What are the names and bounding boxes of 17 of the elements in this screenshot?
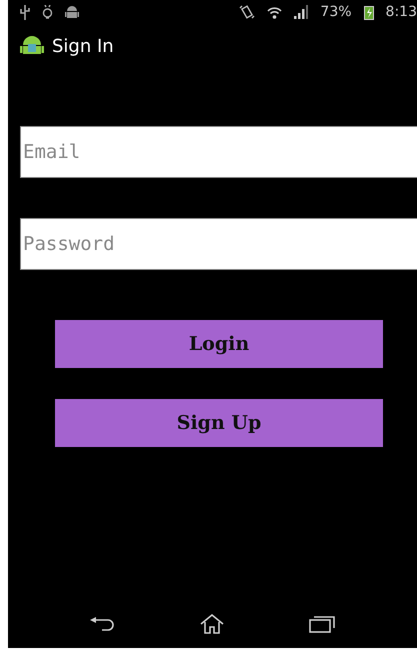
screen-title: Sign In	[52, 36, 114, 56]
password-field[interactable]: Password	[20, 218, 417, 270]
email-field[interactable]: Email	[20, 126, 417, 178]
status-time: 8:13	[386, 4, 417, 20]
battery-icon	[364, 4, 374, 20]
signup-button[interactable]: Sign Up	[55, 399, 383, 447]
battery-percent: 73%	[320, 4, 352, 20]
vibrate-icon	[239, 5, 256, 19]
bulb-icon	[42, 4, 53, 20]
home-icon[interactable]	[200, 614, 224, 634]
recent-apps-icon[interactable]	[308, 615, 335, 633]
login-button[interactable]: Login	[55, 320, 383, 368]
back-icon[interactable]	[90, 616, 116, 632]
android-app-icon	[20, 35, 44, 57]
wifi-icon	[267, 6, 282, 18]
signal-icon	[294, 5, 308, 19]
android-icon	[65, 4, 79, 20]
